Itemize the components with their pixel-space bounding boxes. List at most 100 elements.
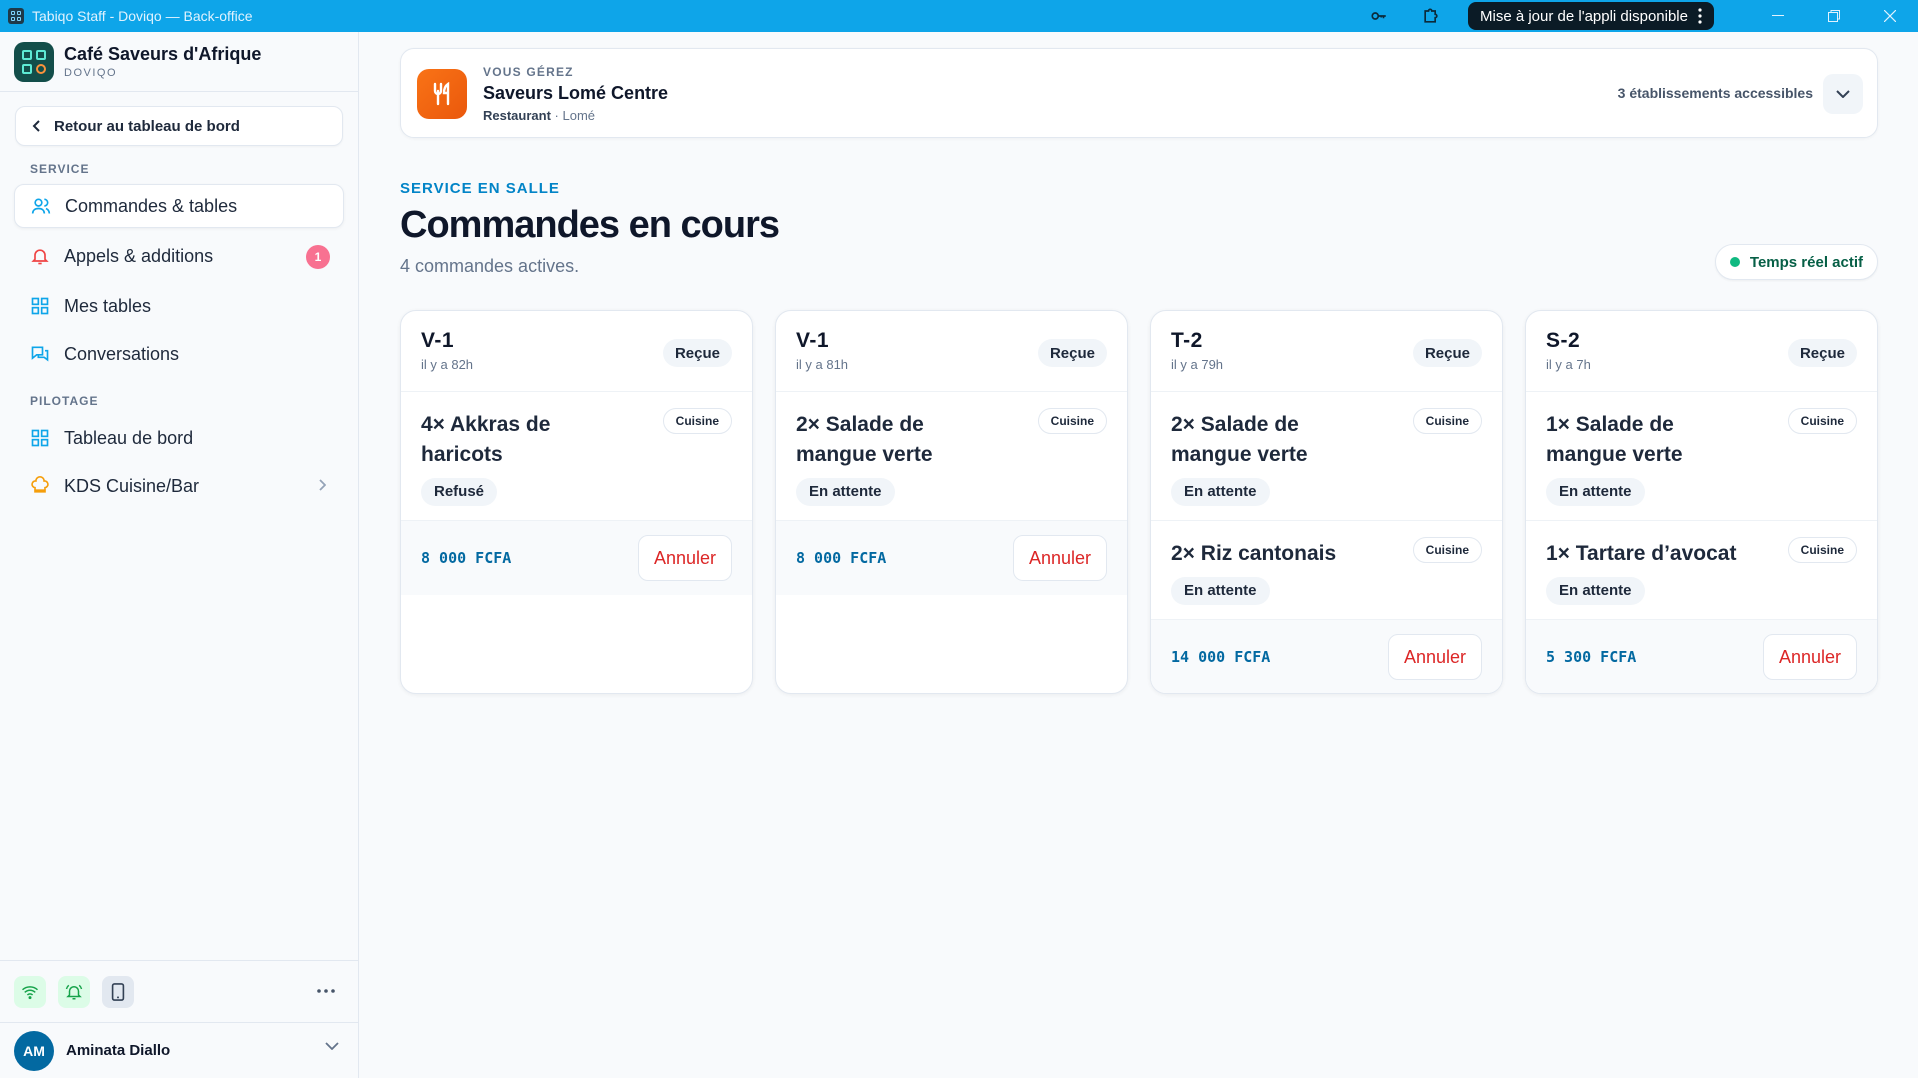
realtime-status-badge: Temps réel actif (1714, 244, 1878, 280)
back-to-dashboard-button[interactable]: Retour au tableau de bord (15, 106, 343, 146)
station-badge: Cuisine (662, 408, 732, 434)
station-badge: Cuisine (1787, 537, 1857, 563)
sidebar-item-orders-tables[interactable]: Commandes & tables (14, 184, 344, 228)
chevron-right-icon (319, 479, 326, 491)
establishment-card: VOUS GÉREZ Saveurs Lomé Centre Restauran… (400, 48, 1878, 138)
main-content: VOUS GÉREZ Saveurs Lomé Centre Restauran… (360, 32, 1918, 1078)
item-status-badge: En attente (1171, 577, 1270, 605)
sidebar-item-my-tables[interactable]: Mes tables (14, 284, 344, 328)
sidebar-item-calls-bills[interactable]: Appels & additions 1 (14, 234, 344, 278)
establishment-switcher-button[interactable] (1823, 74, 1863, 114)
bell-ring-icon[interactable] (58, 975, 90, 1008)
order-status-badge: Reçue (1412, 339, 1482, 367)
item-status-badge: Refusé (421, 478, 498, 506)
app-update-button[interactable]: Mise à jour de l'appli disponible (1468, 2, 1714, 30)
establishment-city: Lomé (562, 108, 596, 123)
order-total: 8 000 FCFA (421, 549, 512, 567)
page-subtitle: 4 commandes actives. (400, 256, 580, 276)
orders-grid: V-1 il y a 82h Reçue 4× Akkras de harico… (400, 310, 1878, 694)
station-badge: Cuisine (1787, 408, 1857, 434)
order-total: 5 300 FCFA (1546, 648, 1637, 666)
item-status-badge: En attente (1546, 577, 1645, 605)
order-header: V-1 il y a 81h Reçue (776, 311, 1127, 392)
item-status-badge: En attente (796, 478, 895, 506)
order-total: 14 000 FCFA (1171, 648, 1271, 666)
live-indicator-icon (1729, 257, 1740, 267)
sidebar-item-label: Mes tables (64, 295, 152, 316)
sidebar-item-label: Conversations (64, 343, 180, 364)
order-header: T-2 il y a 79h Reçue (1151, 311, 1502, 392)
nav-section-pilotage: PILOTAGE (30, 394, 99, 408)
order-footer: 14 000 FCFA Annuler (1151, 620, 1502, 693)
order-card: V-1 il y a 81h Reçue 2× Salade de mangue… (775, 310, 1128, 694)
dashboard-icon (31, 429, 49, 447)
chef-hat-icon (31, 476, 49, 493)
item-status-badge: En attente (1546, 478, 1645, 506)
restaurant-icon (417, 69, 467, 119)
order-header: S-2 il y a 7h Reçue (1526, 311, 1877, 392)
order-item: 4× Akkras de haricots Cuisine Refusé (401, 392, 752, 521)
sidebar-item-label: Appels & additions (64, 245, 214, 266)
window-titlebar: Tabiqo Staff - Doviqo — Back-office Mise… (0, 0, 1918, 32)
close-icon[interactable] (1862, 0, 1918, 32)
page-kicker: SERVICE EN SALLE (400, 180, 560, 197)
app-logo-icon (8, 8, 24, 24)
nav-section-service: SERVICE (30, 162, 90, 176)
sidebar-item-label: KDS Cuisine/Bar (64, 475, 200, 496)
order-item: 1× Salade de mangue verte Cuisine En att… (1526, 392, 1877, 521)
order-status-badge: Reçue (1037, 339, 1107, 367)
order-footer: 5 300 FCFA Annuler (1526, 620, 1877, 693)
order-card: S-2 il y a 7h Reçue 1× Salade de mangue … (1525, 310, 1878, 694)
more-vertical-icon[interactable] (1698, 8, 1702, 24)
order-item: 2× Salade de mangue verte Cuisine En att… (1151, 392, 1502, 521)
wifi-icon[interactable] (14, 975, 46, 1008)
establishment-name: Saveurs Lomé Centre (483, 83, 669, 103)
station-badge: Cuisine (1037, 408, 1107, 434)
notification-badge: 1 (306, 245, 330, 269)
order-header: V-1 il y a 82h Reçue (401, 311, 752, 392)
accessible-establishments-count: 3 établissements accessibles (1617, 85, 1813, 101)
page-title: Commandes en cours (400, 204, 780, 246)
order-footer: 8 000 FCFA Annuler (401, 521, 752, 595)
sidebar: Café Saveurs d'Afrique DOVIQO Retour au … (0, 32, 359, 1078)
sidebar-item-conversations[interactable]: Conversations (14, 332, 344, 376)
order-item: 2× Riz cantonais Cuisine En attente (1151, 521, 1502, 620)
meta-separator: · (554, 108, 559, 123)
brand-logo-icon (14, 41, 54, 82)
order-status-badge: Reçue (662, 339, 732, 367)
chevron-down-icon (325, 1042, 339, 1050)
more-horizontal-icon[interactable] (317, 976, 335, 999)
bell-icon (31, 249, 49, 265)
station-badge: Cuisine (1412, 408, 1482, 434)
brand-name: Café Saveurs d'Afrique (64, 44, 262, 64)
order-item: 2× Salade de mangue verte Cuisine En att… (776, 392, 1127, 521)
sidebar-item-kds[interactable]: KDS Cuisine/Bar (14, 464, 344, 508)
brand-subtitle: DOVIQO (64, 67, 118, 79)
cancel-order-button[interactable]: Annuler (1012, 535, 1107, 581)
app-update-label: Mise à jour de l'appli disponible (1480, 7, 1688, 25)
realtime-label: Temps réel actif (1749, 253, 1863, 271)
key-icon[interactable] (1364, 0, 1394, 32)
establishment-meta: Restaurant · Lomé (483, 108, 595, 123)
order-card: T-2 il y a 79h Reçue 2× Salade de mangue… (1150, 310, 1503, 694)
order-item: 1× Tartare d’avocat Cuisine En attente (1526, 521, 1877, 620)
establishment-kicker: VOUS GÉREZ (483, 65, 574, 79)
station-badge: Cuisine (1412, 537, 1482, 563)
back-label: Retour au tableau de bord (54, 117, 240, 135)
restore-icon[interactable] (1806, 0, 1862, 32)
sidebar-item-label: Tableau de bord (64, 427, 194, 448)
chat-icon (31, 346, 49, 362)
tablet-icon[interactable] (102, 975, 134, 1008)
extension-icon[interactable] (1416, 0, 1446, 32)
users-icon (31, 198, 51, 214)
brand-header: Café Saveurs d'Afrique DOVIQO (0, 32, 358, 92)
cancel-order-button[interactable]: Annuler (637, 535, 732, 581)
sidebar-item-dashboard[interactable]: Tableau de bord (14, 416, 344, 460)
minimize-icon[interactable] (1750, 0, 1806, 32)
window-title: Tabiqo Staff - Doviqo — Back-office (32, 8, 253, 24)
user-name: Aminata Diallo (66, 1042, 171, 1059)
cancel-order-button[interactable]: Annuler (1762, 634, 1857, 680)
cancel-order-button[interactable]: Annuler (1387, 634, 1482, 680)
chevron-left-icon (32, 120, 40, 132)
user-menu[interactable]: AM Aminata Diallo (0, 1022, 359, 1078)
